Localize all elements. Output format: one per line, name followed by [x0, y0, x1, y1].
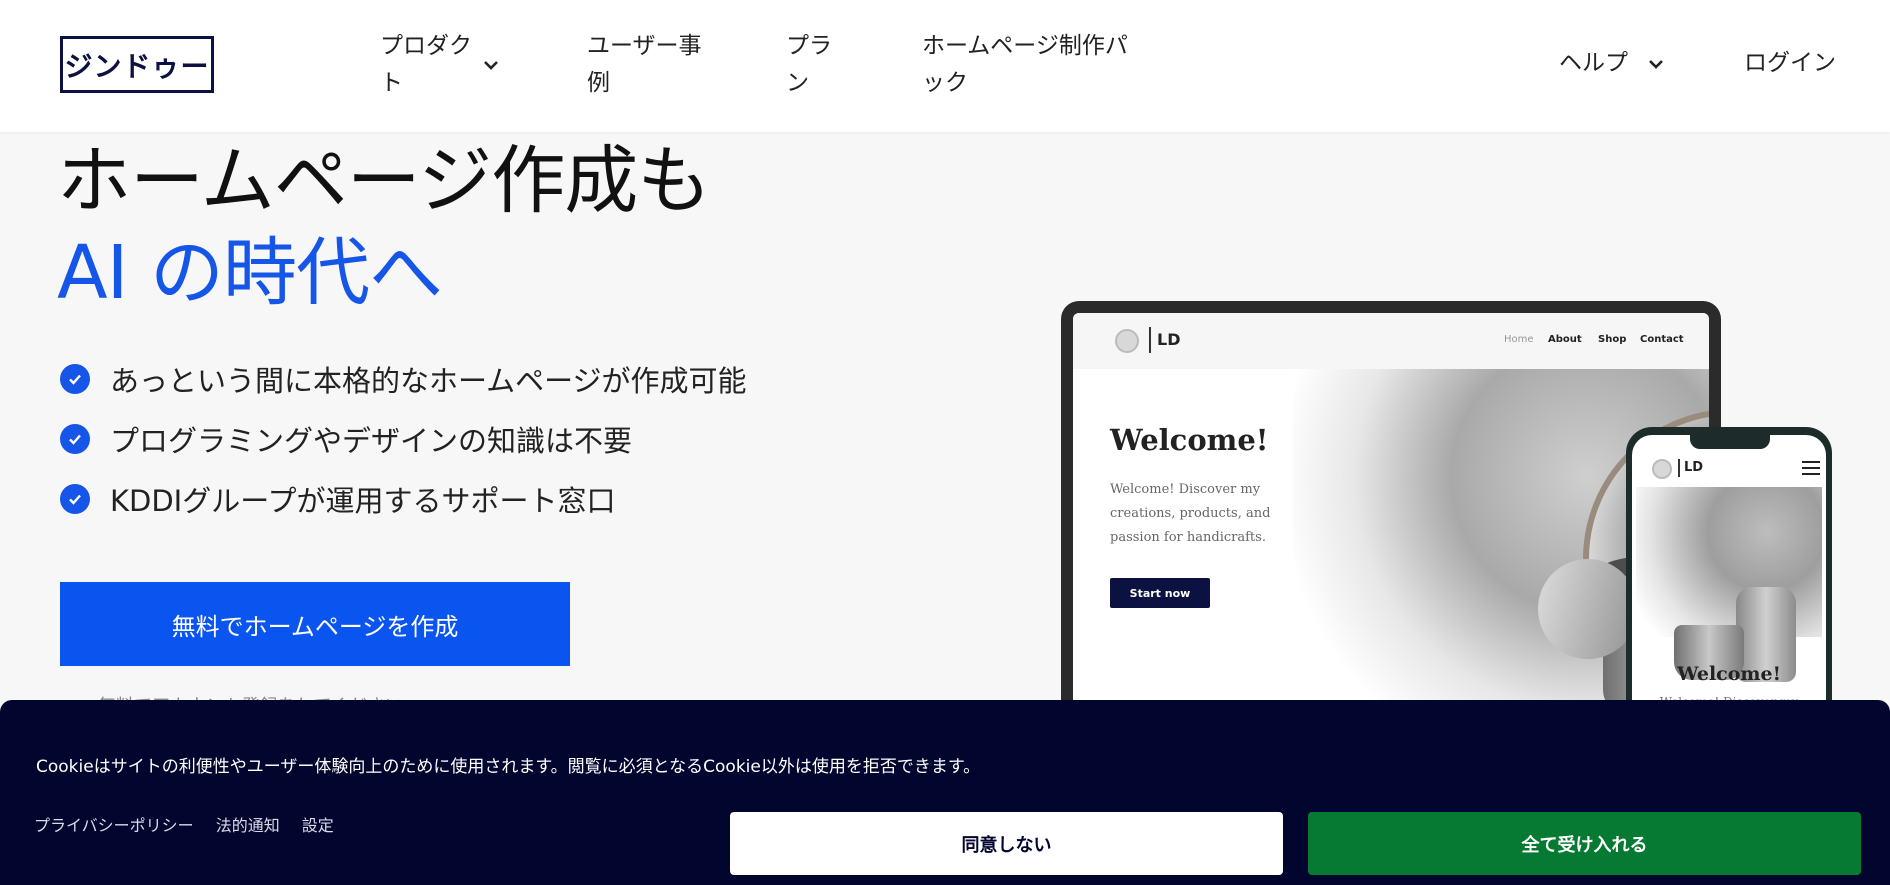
- preview-menu-shop: Shop: [1598, 334, 1627, 345]
- preview-start-button: Start now: [1110, 578, 1210, 608]
- chevron-down-icon: [484, 61, 498, 70]
- cookie-banner: Cookieはサイトの利便性やユーザー体験向上のために使用されます。閲覧に必須と…: [0, 700, 1890, 885]
- preview-menu-about: About: [1548, 334, 1582, 345]
- site-header: ジンドゥー プロダクト ユーザー事例 プラン ホームページ制作パック ヘルプ ロ…: [0, 0, 1890, 132]
- chevron-down-icon: [1649, 60, 1663, 69]
- check-circle-icon: [60, 364, 90, 394]
- feature-item: KDDIグループが運用するサポート窓口: [60, 483, 616, 518]
- hamburger-menu-icon: [1802, 461, 1820, 475]
- feature-item: あっという間に本格的なホームページが作成可能: [60, 363, 747, 398]
- nav-help[interactable]: ヘルプ: [1559, 45, 1689, 82]
- preview-logo-divider: [1149, 327, 1151, 353]
- preview-logo-text: LD: [1157, 330, 1181, 349]
- mobile-welcome-heading: Welcome!: [1677, 663, 1781, 685]
- nav-products[interactable]: プロダクト: [380, 28, 498, 102]
- mobile-hero-photo: [1636, 487, 1822, 682]
- preview-logo-icon: [1652, 459, 1672, 479]
- laptop-screen: LD Home About Shop Contact Welcome! Welc…: [1073, 313, 1709, 721]
- feature-item: プログラミングやデザインの知識は不要: [60, 423, 632, 458]
- phone-notch: [1690, 435, 1770, 449]
- phone-screen: LD Welcome! Welcome! Discover my: [1632, 435, 1826, 727]
- check-circle-icon: [60, 484, 90, 514]
- nav-help-label: ヘルプ: [1559, 50, 1628, 76]
- nav-login[interactable]: ログイン: [1744, 45, 1854, 82]
- laptop-preview: LD Home About Shop Contact Welcome! Welc…: [1061, 301, 1721, 721]
- cookie-links: プライバシーポリシー 法的通知 設定: [34, 812, 334, 836]
- preview-logo-divider: [1678, 459, 1680, 477]
- feature-text: KDDIグループが運用するサポート窓口: [110, 484, 616, 518]
- preview-logo-text: LD: [1684, 460, 1704, 475]
- nav-user-cases[interactable]: ユーザー事例: [587, 28, 717, 102]
- nav-plan[interactable]: プラン: [786, 28, 846, 102]
- preview-logo-icon: [1115, 329, 1139, 353]
- preview-description: Welcome! Discover my creations, products…: [1110, 482, 1271, 545]
- hero-title: ホームページ作成も AI の時代へ: [57, 135, 711, 319]
- decline-cookies-button[interactable]: 同意しない: [730, 812, 1283, 875]
- jimdo-logo[interactable]: ジンドゥー: [60, 36, 214, 93]
- check-circle-icon: [60, 424, 90, 454]
- feature-text: あっという間に本格的なホームページが作成可能: [110, 364, 747, 398]
- hero-title-line2: AI の時代へ: [57, 230, 443, 316]
- privacy-policy-link[interactable]: プライバシーポリシー: [34, 812, 194, 836]
- nav-production-pack[interactable]: ホームページ制作パック: [922, 28, 1142, 102]
- preview-menu-contact: Contact: [1640, 334, 1684, 345]
- phone-preview: LD Welcome! Welcome! Discover my: [1626, 427, 1832, 727]
- preview-navbar: LD Home About Shop Contact: [1073, 313, 1709, 369]
- preview-menu-home: Home: [1504, 334, 1534, 345]
- hero-title-line1: ホームページ作成も: [57, 138, 711, 224]
- create-homepage-button[interactable]: 無料でホームページを作成: [60, 582, 570, 666]
- feature-text: プログラミングやデザインの知識は不要: [110, 424, 633, 458]
- nav-products-label: プロダクト: [380, 33, 472, 96]
- legal-notice-link[interactable]: 法的通知: [216, 812, 280, 836]
- preview-welcome-heading: Welcome!: [1110, 423, 1269, 457]
- cookie-settings-link[interactable]: 設定: [302, 812, 334, 836]
- cookie-message: Cookieはサイトの利便性やユーザー体験向上のために使用されます。閲覧に必須と…: [36, 757, 981, 777]
- accept-all-cookies-button[interactable]: 全て受け入れる: [1308, 812, 1861, 875]
